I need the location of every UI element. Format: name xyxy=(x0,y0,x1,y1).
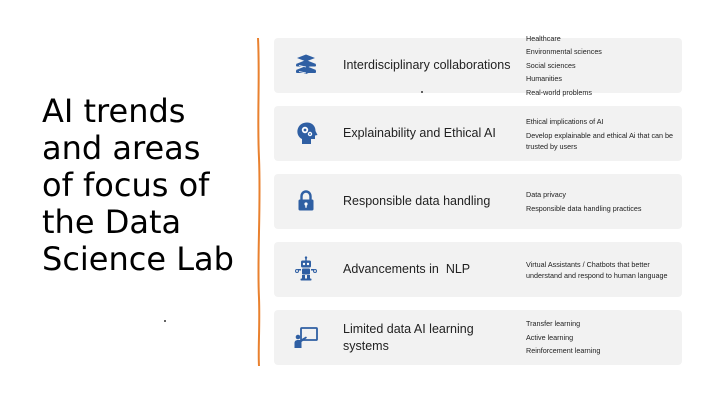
title-line: and areas xyxy=(42,129,201,167)
robot-icon xyxy=(292,255,320,283)
detail-item: Transfer learning xyxy=(526,319,581,329)
focus-details: Healthcare Environmental sciences Social… xyxy=(526,34,686,97)
focus-label: Responsible data handling xyxy=(343,194,491,208)
focus-details: Data privacy Responsible data handling p… xyxy=(526,174,686,229)
detail-item: Social sciences xyxy=(526,60,576,70)
head-gears-icon xyxy=(292,119,320,147)
detail-item: Responsible data handling practices xyxy=(526,203,642,213)
focus-label: Limited data AI learning systems xyxy=(343,321,474,353)
detail-item: Environmental sciences xyxy=(526,47,602,57)
focus-label: Advancements in NLP xyxy=(343,262,471,276)
title-line: of focus of xyxy=(42,166,210,204)
detail-item: Active learning xyxy=(526,332,574,342)
focus-card: Advancements in NLP Virtual Assistants /… xyxy=(274,242,682,297)
detail-item: Reinforcement learning xyxy=(526,346,601,356)
detail-item: Real-world problems xyxy=(526,87,592,97)
detail-item: Healthcare xyxy=(526,33,561,43)
focus-card: Interdisciplinary collaborations Healthc… xyxy=(274,34,682,97)
title-line: AI trends xyxy=(42,92,186,130)
detail-item: Virtual Assistants / Chatbots that bette… xyxy=(526,259,668,280)
stray-dot xyxy=(421,91,423,93)
title-line: the Data xyxy=(42,203,182,241)
focus-card: Limited data AI learning systems Transfe… xyxy=(274,310,682,365)
focus-card: Responsible data handling Data privacy R… xyxy=(274,174,682,229)
focus-label: Interdisciplinary collaborations xyxy=(343,58,511,72)
detail-item: Humanities xyxy=(526,74,562,84)
focus-details: Transfer learning Active learning Reinfo… xyxy=(526,310,686,365)
detail-item: Develop explainable and ethical Ai that … xyxy=(526,130,674,151)
focus-label: Explainability and Ethical AI xyxy=(343,126,496,140)
accent-divider xyxy=(257,38,261,366)
teacher-board-icon xyxy=(292,323,320,351)
detail-item: Ethical implications of AI xyxy=(526,116,604,126)
books-icon xyxy=(292,51,320,79)
slide-title: AI trends and areas of focus of the Data… xyxy=(42,93,252,278)
focus-card: Explainability and Ethical AI Ethical im… xyxy=(274,106,682,161)
detail-item: Data privacy xyxy=(526,190,566,199)
stray-dot xyxy=(164,320,166,322)
lock-icon xyxy=(292,187,320,215)
focus-details: Ethical implications of AI Develop expla… xyxy=(526,106,686,161)
focus-details: Virtual Assistants / Chatbots that bette… xyxy=(526,242,686,297)
title-line: Science Lab xyxy=(42,240,234,278)
